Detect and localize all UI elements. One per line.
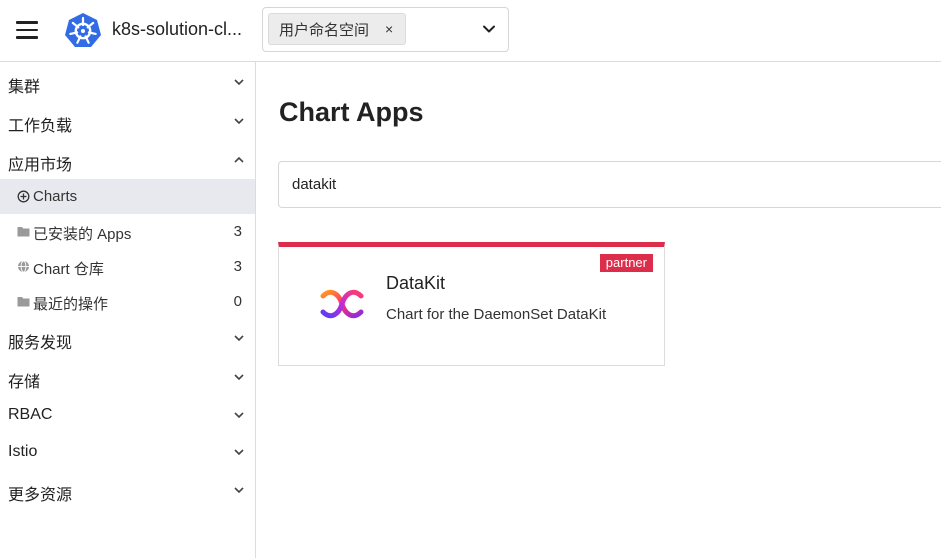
chevron-down-icon: [234, 374, 244, 381]
namespace-select[interactable]: 用户命名空间 ×: [262, 7, 509, 52]
chart-card-description: Chart for the DaemonSet DataKit: [386, 306, 607, 323]
nav-group-more-resources[interactable]: 更多资源: [0, 472, 255, 508]
cluster-name[interactable]: k8s-solution-cl...: [112, 19, 246, 40]
sidebar-item-chart-repos[interactable]: Chart 仓库 3: [0, 249, 255, 284]
datakit-logo-icon: [320, 289, 364, 319]
chevron-down-icon: [234, 449, 244, 456]
top-header: k8s-solution-cl... 用户命名空间 ×: [0, 0, 941, 62]
hamburger-menu-icon[interactable]: [16, 21, 38, 39]
chevron-down-icon[interactable]: [481, 21, 497, 37]
item-count: 0: [233, 293, 242, 310]
nav-group-label: 应用市场: [8, 157, 73, 174]
namespace-chip-label: 用户命名空间: [279, 21, 370, 39]
nav-group-istio[interactable]: Istio: [0, 434, 255, 470]
sidebar-item-recent-operations[interactable]: 最近的操作 0: [0, 284, 255, 319]
nav-group-label: 集群: [8, 79, 41, 96]
compass-icon: [17, 190, 30, 203]
nav-group-label: 工作负载: [8, 118, 73, 135]
chart-card-name: DataKit: [386, 273, 446, 293]
search-input[interactable]: [279, 162, 941, 207]
nav-group-label: 更多资源: [8, 487, 73, 504]
chevron-down-icon: [234, 118, 244, 125]
sidebar-item-label: 最近的操作: [33, 296, 109, 313]
page-title: Chart Apps: [279, 97, 424, 127]
nav-group-cluster[interactable]: 集群: [0, 64, 255, 100]
kubernetes-logo-icon: [65, 13, 101, 47]
sidebar: 集群 工作负载 应用市场 Charts 已安装的 Apps 3 Chart 仓库…: [0, 62, 256, 558]
sidebar-item-label: 已安装的 Apps: [33, 226, 132, 243]
chevron-down-icon: [234, 412, 244, 419]
nav-group-label: 存储: [8, 374, 41, 391]
folder-icon: [17, 297, 30, 307]
nav-group-storage[interactable]: 存储: [0, 359, 255, 395]
sidebar-item-charts[interactable]: Charts: [0, 179, 255, 214]
chevron-down-icon: [234, 487, 244, 494]
sidebar-item-label: Chart 仓库: [33, 261, 104, 278]
namespace-chip: 用户命名空间 ×: [268, 13, 407, 45]
partner-badge: partner: [599, 254, 653, 272]
close-icon[interactable]: ×: [385, 21, 393, 37]
item-count: 3: [233, 258, 242, 275]
sidebar-item-label: Charts: [33, 188, 78, 205]
nav-group-workloads[interactable]: 工作负载: [0, 103, 255, 139]
item-count: 3: [233, 223, 242, 240]
nav-group-label: 服务发现: [8, 335, 73, 352]
globe-icon: [18, 260, 29, 273]
nav-group-label: Istio: [8, 443, 38, 460]
nav-group-label: RBAC: [8, 406, 53, 423]
nav-group-rbac[interactable]: RBAC: [0, 397, 255, 433]
chevron-down-icon: [234, 335, 244, 342]
sidebar-item-installed-apps[interactable]: 已安装的 Apps 3: [0, 214, 255, 249]
chevron-up-icon: [234, 156, 244, 163]
folder-icon: [17, 227, 30, 237]
nav-group-service-discovery[interactable]: 服务发现: [0, 320, 255, 356]
chart-card-datakit[interactable]: partner DataKit Chart for the DaemonSet …: [278, 242, 665, 366]
search-box[interactable]: [278, 161, 941, 208]
chevron-down-icon: [234, 79, 244, 86]
nav-group-app-market[interactable]: 应用市场: [0, 142, 255, 178]
